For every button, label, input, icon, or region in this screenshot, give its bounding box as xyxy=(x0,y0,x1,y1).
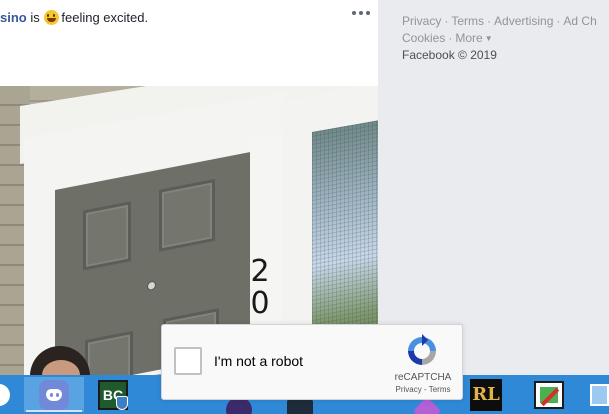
grinning-face-icon xyxy=(44,10,60,25)
post-author-name[interactable]: sino xyxy=(0,10,27,25)
taskbar-app-edit[interactable] xyxy=(528,377,570,412)
post-status-line: sino is feeling excited. xyxy=(0,10,148,25)
edit-app-icon xyxy=(534,380,564,409)
post-header: sino is feeling excited. xyxy=(0,0,378,86)
taskbar-app-square[interactable] xyxy=(284,399,316,414)
recaptcha-logo-icon xyxy=(408,334,436,365)
recaptcha-terms-link[interactable]: Terms xyxy=(429,385,451,394)
recaptcha-checkbox[interactable] xyxy=(174,347,202,375)
recaptcha-brand: reCAPTCHA xyxy=(394,372,452,383)
discord-icon xyxy=(39,379,69,410)
post-connector: is xyxy=(30,10,40,25)
page-footer: Privacy · Terms · Advertising · Ad Ch Cookies ·… xyxy=(402,13,609,64)
start-button[interactable] xyxy=(0,377,12,412)
recaptcha-widget: I'm not a robot reCAPTCHA Privacy - Term… xyxy=(161,324,463,400)
footer-link-cookies[interactable]: Cookies xyxy=(402,31,445,45)
taskbar-app-monitor[interactable] xyxy=(590,377,609,412)
monitor-icon xyxy=(590,383,609,406)
taskbar-app-discord[interactable] xyxy=(24,377,84,412)
right-sidebar: Privacy · Terms · Advertising · Ad Ch Cookies ·… xyxy=(378,0,609,375)
footer-copyright: Facebook © 2019 xyxy=(402,48,497,62)
footer-link-more[interactable]: More ▼ xyxy=(455,31,492,45)
footer-links-row-2: Cookies · More ▼ xyxy=(402,31,493,45)
news-feed-post: sino is feeling excited. 20 xyxy=(0,0,378,375)
recaptcha-label: I'm not a robot xyxy=(214,353,304,369)
square-app-icon xyxy=(287,399,313,414)
photo-door-knob xyxy=(147,280,156,292)
footer-link-advertising[interactable]: Advertising xyxy=(494,14,553,28)
footer-links-row-1: Privacy · Terms · Advertising · Ad Ch xyxy=(402,14,597,28)
photo-house-number: 20 xyxy=(250,254,270,321)
caret-down-icon: ▼ xyxy=(484,34,493,43)
footer-link-terms[interactable]: Terms xyxy=(451,14,484,28)
taskbar-app-rl[interactable]: RL xyxy=(466,377,506,412)
start-icon xyxy=(0,383,10,406)
taskbar-app-bc[interactable]: BC xyxy=(92,377,134,412)
rl-app-icon: RL xyxy=(470,378,502,411)
post-activity: feeling excited. xyxy=(61,10,149,25)
taskbar-app-purple[interactable] xyxy=(412,396,442,414)
recaptcha-links: Privacy - Terms xyxy=(395,385,451,394)
footer-link-privacy[interactable]: Privacy xyxy=(402,14,441,28)
bc-antivirus-icon: BC xyxy=(98,379,128,410)
recaptcha-privacy-link[interactable]: Privacy xyxy=(396,385,422,394)
footer-link-ad-choices[interactable]: Ad Ch xyxy=(563,14,596,28)
post-options-icon[interactable] xyxy=(350,6,372,20)
